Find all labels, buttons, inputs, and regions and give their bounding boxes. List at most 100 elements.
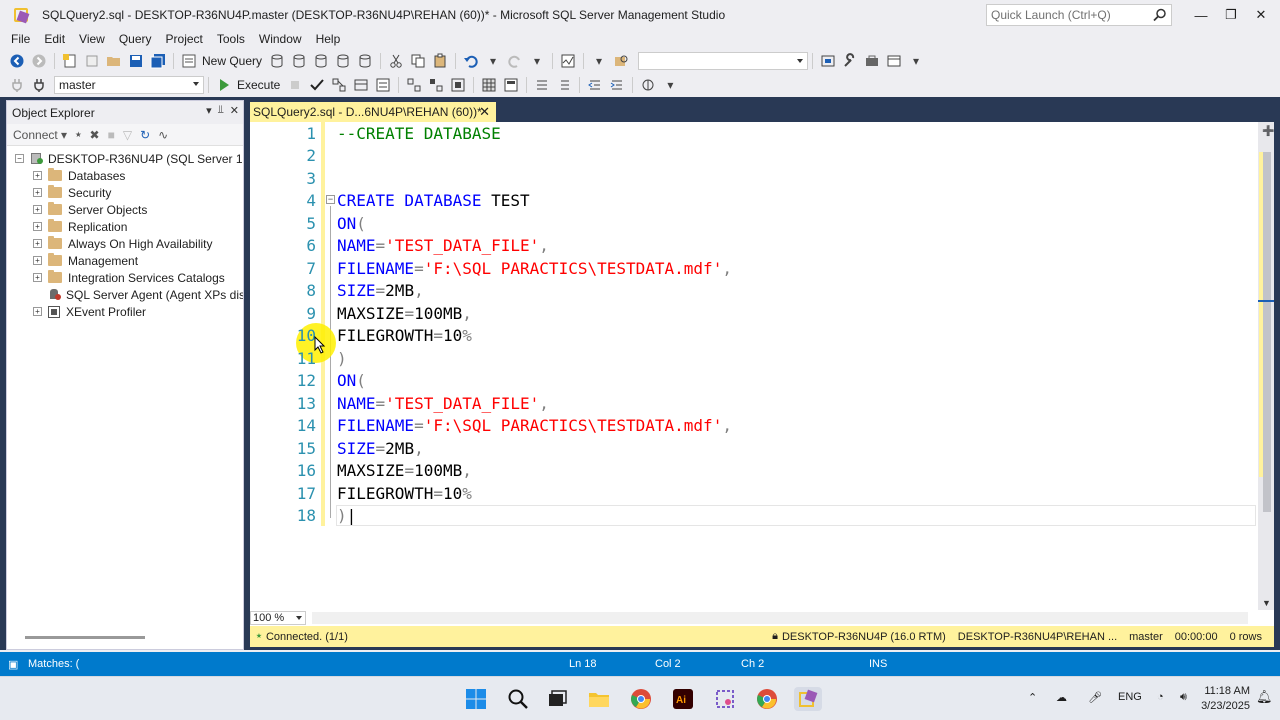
scrollbar-thumb[interactable] bbox=[1263, 152, 1271, 512]
tree-node-management[interactable]: + Management bbox=[7, 252, 243, 269]
expand-icon[interactable]: + bbox=[33, 188, 42, 197]
results-to-grid-icon[interactable] bbox=[480, 77, 498, 93]
save-icon[interactable] bbox=[127, 53, 145, 69]
tree-node-always-on[interactable]: + Always On High Availability bbox=[7, 235, 243, 252]
disconnect-icon[interactable]: ✖ bbox=[90, 128, 100, 142]
menu-edit[interactable]: Edit bbox=[37, 32, 72, 46]
new-project-icon[interactable] bbox=[61, 53, 79, 69]
display-estimated-plan-icon[interactable] bbox=[330, 77, 348, 93]
stop-icon[interactable]: ■ bbox=[108, 128, 115, 142]
panel-dropdown-icon[interactable]: ▾ bbox=[206, 104, 212, 117]
tree-node-xevent-profiler[interactable]: + XEvent Profiler bbox=[7, 303, 243, 320]
pin-icon[interactable]: ⫫ bbox=[218, 104, 224, 117]
menu-tools[interactable]: Tools bbox=[210, 32, 252, 46]
tree-node-server[interactable]: − DESKTOP-R36NU4P (SQL Server 16.0.1000 bbox=[7, 150, 243, 167]
paste-icon[interactable] bbox=[431, 53, 449, 69]
cut-icon[interactable] bbox=[387, 53, 405, 69]
tab-sqlquery2[interactable]: SQLQuery2.sql - D...6NU4P\REHAN (60))* ✕ bbox=[250, 102, 496, 122]
close-window-button[interactable]: ✕ bbox=[1249, 4, 1273, 26]
onedrive-cloud-icon[interactable]: ☁ bbox=[1056, 691, 1067, 704]
menu-window[interactable]: Window bbox=[252, 32, 309, 46]
expand-icon[interactable]: + bbox=[33, 256, 42, 265]
expand-icon[interactable]: + bbox=[33, 171, 42, 180]
connect-dropdown[interactable]: Connect ▾ bbox=[13, 128, 67, 142]
new-query-icon[interactable] bbox=[180, 53, 198, 69]
find-combo[interactable] bbox=[638, 52, 809, 70]
forward-icon[interactable] bbox=[30, 53, 48, 69]
uncomment-lines-icon[interactable] bbox=[555, 77, 573, 93]
undo-icon[interactable] bbox=[462, 53, 480, 69]
include-actual-plan-icon[interactable] bbox=[405, 77, 423, 93]
snipping-tool-icon[interactable] bbox=[712, 687, 738, 711]
split-window-icon[interactable]: ➕ bbox=[1262, 126, 1274, 137]
toolbox-icon[interactable] bbox=[863, 53, 881, 69]
undo-dropdown-icon[interactable]: ▾ bbox=[484, 53, 502, 69]
expand-icon[interactable]: + bbox=[33, 307, 42, 316]
change-connection-icon[interactable] bbox=[30, 77, 48, 93]
menu-help[interactable]: Help bbox=[309, 32, 348, 46]
comment-lines-icon[interactable] bbox=[533, 77, 551, 93]
ssms-taskbar-icon[interactable] bbox=[794, 687, 822, 711]
properties-wrench-icon[interactable] bbox=[841, 53, 859, 69]
query-mdx-icon[interactable] bbox=[290, 53, 308, 69]
horizontal-scrollbar[interactable] bbox=[25, 636, 145, 639]
search-icon[interactable] bbox=[1153, 8, 1167, 22]
tree-node-server-objects[interactable]: + Server Objects bbox=[7, 201, 243, 218]
cancel-query-icon[interactable] bbox=[286, 77, 304, 93]
connect-plug-icon[interactable]: ⭑ bbox=[75, 127, 81, 142]
query-designer-icon[interactable] bbox=[352, 77, 370, 93]
volume-icon[interactable]: 🔊︎ bbox=[1180, 691, 1187, 704]
editor-vertical-scrollbar[interactable]: ➕ ▼ bbox=[1258, 122, 1274, 610]
available-databases-select[interactable]: master bbox=[54, 76, 204, 94]
activity-monitor-icon[interactable] bbox=[559, 53, 577, 69]
refresh-icon[interactable]: ↻ bbox=[140, 128, 150, 142]
results-to-text-icon[interactable] bbox=[374, 77, 392, 93]
copy-icon[interactable] bbox=[409, 53, 427, 69]
show-hidden-icons-chevron-icon[interactable]: ⌃ bbox=[1028, 691, 1037, 704]
tree-node-security[interactable]: + Security bbox=[7, 184, 243, 201]
add-item-icon[interactable] bbox=[83, 53, 101, 69]
panel-close-icon[interactable]: ✕ bbox=[230, 104, 239, 117]
query-db-engine-icon[interactable] bbox=[268, 53, 286, 69]
close-tab-icon[interactable]: ✕ bbox=[479, 104, 490, 120]
chrome-profile-icon[interactable] bbox=[754, 687, 780, 711]
window-layout-icon[interactable] bbox=[885, 53, 903, 69]
illustrator-icon[interactable]: Ai bbox=[670, 687, 696, 711]
save-all-icon[interactable] bbox=[149, 53, 167, 69]
filter-icon[interactable]: ▽ bbox=[123, 128, 132, 142]
menu-project[interactable]: Project bbox=[159, 32, 210, 46]
redo-icon[interactable] bbox=[506, 53, 524, 69]
scroll-down-arrow-icon[interactable]: ▼ bbox=[1262, 598, 1271, 608]
menu-file[interactable]: File bbox=[4, 32, 37, 46]
zoom-select[interactable]: 100 % bbox=[250, 611, 306, 625]
microphone-icon[interactable]: 🎤︎ bbox=[1088, 691, 1102, 704]
expand-icon[interactable]: + bbox=[33, 239, 42, 248]
query-dax-icon[interactable] bbox=[356, 53, 374, 69]
expand-icon[interactable]: + bbox=[33, 205, 42, 214]
toolbar-options-icon[interactable]: ▾ bbox=[907, 53, 925, 69]
expand-icon[interactable]: + bbox=[33, 222, 42, 231]
file-explorer-icon[interactable] bbox=[586, 687, 612, 711]
expand-icon[interactable]: + bbox=[33, 273, 42, 282]
tree-node-sql-agent[interactable]: SQL Server Agent (Agent XPs disabled) bbox=[7, 286, 243, 303]
open-file-icon[interactable] bbox=[105, 53, 123, 69]
execute-button[interactable]: Execute bbox=[237, 78, 280, 92]
editor-horizontal-scrollbar[interactable] bbox=[312, 612, 1248, 624]
taskbar-clock[interactable]: 11:18 AM 3/23/2025 bbox=[1201, 684, 1250, 714]
tree-node-replication[interactable]: + Replication bbox=[7, 218, 243, 235]
wifi-icon[interactable]: ◔ bbox=[1157, 691, 1164, 703]
new-query-button[interactable]: New Query bbox=[202, 54, 262, 68]
live-query-stats-icon[interactable] bbox=[427, 77, 445, 93]
specify-template-values-icon[interactable] bbox=[639, 77, 657, 93]
execute-play-icon[interactable] bbox=[215, 77, 233, 93]
back-icon[interactable] bbox=[8, 53, 26, 69]
redo-dropdown-icon[interactable]: ▾ bbox=[528, 53, 546, 69]
solution-config-dropdown-icon[interactable]: ▾ bbox=[590, 53, 608, 69]
client-statistics-icon[interactable] bbox=[449, 77, 467, 93]
task-view-icon[interactable] bbox=[544, 687, 570, 711]
tree-node-databases[interactable]: + Databases bbox=[7, 167, 243, 184]
registered-servers-icon[interactable] bbox=[819, 53, 837, 69]
query-xmla-icon[interactable] bbox=[334, 53, 352, 69]
language-indicator[interactable]: ENG bbox=[1118, 691, 1142, 703]
minimize-button[interactable]: — bbox=[1189, 4, 1213, 26]
